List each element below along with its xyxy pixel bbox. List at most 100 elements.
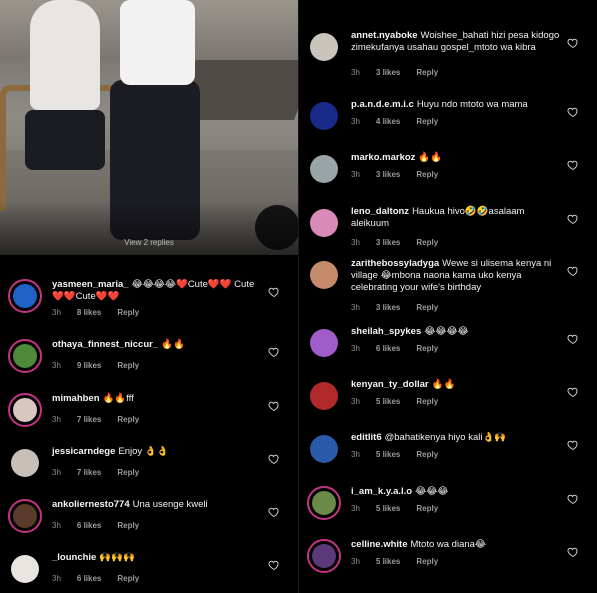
reply-button[interactable]: Reply	[416, 117, 438, 126]
like-heart-icon[interactable]	[567, 545, 579, 558]
comment-row[interactable]: mimahben 🔥🔥fff 3h 7 likes Reply	[0, 393, 298, 445]
comment-username[interactable]: othaya_finnest_niccur_	[52, 339, 158, 350]
comment-username[interactable]: yasmeen_maria_	[52, 279, 129, 290]
reply-button[interactable]: Reply	[117, 521, 139, 530]
avatar[interactable]	[307, 379, 341, 413]
reply-button[interactable]: Reply	[416, 397, 438, 406]
comment-likes[interactable]: 5 likes	[376, 450, 400, 459]
comment-username[interactable]: i_am_k.y.a.l.o	[351, 486, 412, 497]
comment-row[interactable]: othaya_finnest_niccur_ 🔥🔥 3h 9 likes Reply	[0, 339, 298, 391]
comment-row[interactable]: editlit6 @bahatikenya hiyo kali👌🙌 3h 5 like…	[299, 432, 597, 484]
like-heart-icon[interactable]	[567, 36, 579, 49]
comment-likes[interactable]: 3 likes	[376, 68, 400, 77]
comment-username[interactable]: annet.nyaboke	[351, 30, 418, 41]
comment-username[interactable]: mimahben	[52, 393, 100, 404]
reply-button[interactable]: Reply	[117, 574, 139, 583]
like-heart-icon[interactable]	[567, 158, 579, 171]
comment-likes[interactable]: 6 likes	[376, 344, 400, 353]
comment-username[interactable]: p.a.n.d.e.m.i.c	[351, 99, 414, 110]
view-replies-link[interactable]: View 2 replies	[0, 238, 298, 247]
avatar[interactable]	[307, 258, 341, 292]
comment-row[interactable]: sheilah_spykes 😂😂😂😂 3h 6 likes Reply	[299, 326, 597, 378]
avatar[interactable]	[8, 393, 42, 427]
like-heart-icon[interactable]	[567, 105, 579, 118]
reply-button[interactable]: Reply	[416, 450, 438, 459]
comment-row[interactable]: p.a.n.d.e.m.i.c Huyu ndo mtoto wa mama 3h 4…	[299, 99, 597, 151]
avatar[interactable]	[8, 279, 42, 313]
comment-likes[interactable]: 6 likes	[77, 521, 101, 530]
comment-username[interactable]: marko.markoz	[351, 152, 415, 163]
comment-likes[interactable]: 5 likes	[376, 504, 400, 513]
comment-likes[interactable]: 6 likes	[77, 574, 101, 583]
comment-username[interactable]: _lounchie	[52, 552, 96, 563]
comment-row[interactable]: celline.white Mtoto wa diana😂 3h 5 likes Rep…	[299, 539, 597, 591]
avatar[interactable]	[307, 30, 341, 64]
reply-button[interactable]: Reply	[416, 238, 438, 247]
comment-username[interactable]: ankoliernesto774	[52, 499, 130, 510]
comment-username[interactable]: zarithebossyladyga	[351, 258, 439, 269]
comment-likes[interactable]: 4 likes	[376, 117, 400, 126]
comment-row[interactable]: ankoliernesto774 Una usenge kweli 3h 6 like…	[0, 499, 298, 551]
like-heart-icon[interactable]	[567, 264, 579, 277]
comment-time: 3h	[52, 361, 61, 370]
avatar[interactable]	[307, 99, 341, 133]
post-photo[interactable]: View 2 replies	[0, 0, 298, 255]
avatar[interactable]	[8, 499, 42, 533]
comment-likes[interactable]: 8 likes	[77, 308, 101, 317]
comment-likes[interactable]: 5 likes	[376, 557, 400, 566]
reply-button[interactable]: Reply	[416, 170, 438, 179]
comment-username[interactable]: leno_daltonz	[351, 206, 409, 217]
comment-row[interactable]: i_am_k.y.a.l.o 😂😂😂 3h 5 likes Reply	[299, 486, 597, 538]
avatar[interactable]	[8, 552, 42, 586]
reply-button[interactable]: Reply	[416, 557, 438, 566]
comment-likes[interactable]: 3 likes	[376, 170, 400, 179]
avatar[interactable]	[307, 486, 341, 520]
like-heart-icon[interactable]	[567, 492, 579, 505]
avatar[interactable]	[307, 539, 341, 573]
comment-row[interactable]: _lounchie 🙌🙌🙌 3h 6 likes Reply	[0, 552, 298, 593]
comment-likes[interactable]: 5 likes	[376, 397, 400, 406]
avatar-image	[310, 261, 338, 289]
comment-row[interactable]: yasmeen_maria_ 😂😂😂😂❤️Cute❤️❤️ Cute❤️❤️Cut…	[0, 279, 298, 331]
comment-likes[interactable]: 7 likes	[77, 468, 101, 477]
comment-username[interactable]: celline.white	[351, 539, 408, 550]
comment-row[interactable]: marko.markoz 🔥🔥 3h 3 likes Reply	[299, 152, 597, 204]
reply-button[interactable]: Reply	[416, 303, 438, 312]
like-heart-icon[interactable]	[268, 285, 280, 298]
comment-username[interactable]: jessicarndege	[52, 446, 115, 457]
comment-username[interactable]: kenyan_ty_dollar	[351, 379, 429, 390]
reply-button[interactable]: Reply	[416, 344, 438, 353]
reply-button[interactable]: Reply	[416, 68, 438, 77]
like-heart-icon[interactable]	[567, 212, 579, 225]
like-heart-icon[interactable]	[268, 505, 280, 518]
comment-row[interactable]: jessicarndege Enjoy 👌👌 3h 7 likes Reply	[0, 446, 298, 498]
avatar[interactable]	[307, 432, 341, 466]
like-heart-icon[interactable]	[268, 399, 280, 412]
reply-button[interactable]: Reply	[117, 468, 139, 477]
avatar[interactable]	[307, 206, 341, 240]
reply-button[interactable]: Reply	[117, 415, 139, 424]
comment-likes[interactable]: 9 likes	[77, 361, 101, 370]
comment-likes[interactable]: 7 likes	[77, 415, 101, 424]
comment-row[interactable]: annet.nyaboke Woishee_bahati hizi pesa ki…	[299, 30, 597, 82]
comment-row[interactable]: leno_daltonz Haukua hivo🤣🤣asalaam aleikuu…	[299, 206, 597, 258]
reply-button[interactable]: Reply	[117, 308, 139, 317]
like-heart-icon[interactable]	[567, 332, 579, 345]
comment-username[interactable]: editlit6	[351, 432, 382, 443]
comment-username[interactable]: sheilah_spykes	[351, 326, 421, 337]
avatar[interactable]	[307, 152, 341, 186]
like-heart-icon[interactable]	[268, 558, 280, 571]
avatar[interactable]	[307, 326, 341, 360]
like-heart-icon[interactable]	[268, 452, 280, 465]
like-heart-icon[interactable]	[567, 438, 579, 451]
reply-button[interactable]: Reply	[416, 504, 438, 513]
reply-button[interactable]: Reply	[117, 361, 139, 370]
avatar[interactable]	[8, 339, 42, 373]
comment-likes[interactable]: 3 likes	[376, 303, 400, 312]
comment-likes[interactable]: 3 likes	[376, 238, 400, 247]
avatar[interactable]	[8, 446, 42, 480]
comment-row[interactable]: zarithebossyladyga Wewe si ulisema kenya …	[299, 258, 597, 312]
comment-row[interactable]: kenyan_ty_dollar 🔥🔥 3h 5 likes Reply	[299, 379, 597, 431]
like-heart-icon[interactable]	[567, 385, 579, 398]
like-heart-icon[interactable]	[268, 345, 280, 358]
